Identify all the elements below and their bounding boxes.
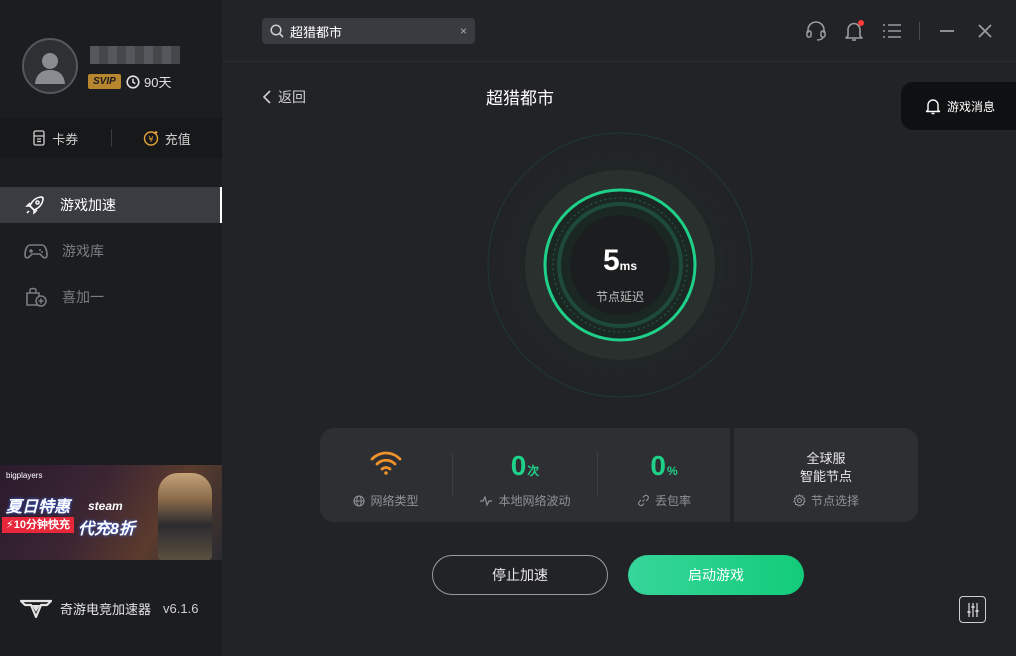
bell-icon <box>925 99 941 115</box>
sidebar: SVIP 90天 卡券 ¥ 充值 游戏加速 游戏库 喜加一 bigplayers… <box>0 0 222 656</box>
game-messages-label: 游戏消息 <box>947 99 996 114</box>
coupon-label: 卡券 <box>52 131 79 147</box>
network-type-label: 网络类型 <box>370 494 419 508</box>
banner-brand: bigplayers <box>6 471 43 480</box>
sidebar-item-free-games[interactable]: 喜加一 <box>0 279 222 315</box>
support-button[interactable] <box>805 20 827 42</box>
user-icon <box>35 53 65 84</box>
globe-icon <box>353 494 366 507</box>
wallet-bar: 卡券 ¥ 充值 <box>0 118 222 158</box>
game-messages-button[interactable]: 游戏消息 <box>901 82 1016 130</box>
bag-plus-icon <box>26 287 47 307</box>
launch-game-button[interactable]: 启动游戏 <box>628 555 804 595</box>
close-button[interactable] <box>974 20 996 42</box>
loss-readout: 0% <box>598 450 730 482</box>
chevron-left-icon <box>262 90 271 104</box>
tools-settings-button[interactable] <box>959 596 986 623</box>
node-select-panel[interactable]: 全球服 智能节点 节点选择 <box>734 428 918 522</box>
banner-tag: ⚡10分钟快充 <box>2 517 74 533</box>
fluctuation-label-row: 本地网络波动 <box>453 492 597 509</box>
gear-icon <box>793 494 806 507</box>
stat-network-type: 网络类型 <box>320 428 452 522</box>
fluctuation-label: 本地网络波动 <box>498 494 571 508</box>
vip-badge: SVIP <box>88 74 121 89</box>
window-controls <box>805 20 996 42</box>
clear-search-button[interactable]: × <box>460 24 467 38</box>
username-masked <box>90 46 180 64</box>
banner-offer: 代充8折 <box>78 521 135 538</box>
fluctuation-value: 0 <box>510 450 527 481</box>
headset-icon <box>806 21 826 41</box>
sidebar-item-label: 游戏库 <box>62 243 104 259</box>
banner-character-image <box>158 473 212 560</box>
server-node-mode: 智能节点 <box>799 469 852 484</box>
latency-label: 节点延迟 <box>595 290 644 304</box>
loss-label: 丢包率 <box>654 494 691 508</box>
sidebar-item-label: 喜加一 <box>62 289 104 305</box>
recharge-button[interactable]: ¥ 充值 <box>112 129 223 148</box>
close-icon <box>978 24 992 38</box>
membership-days: 90天 <box>126 72 171 91</box>
menu-button[interactable] <box>881 20 903 42</box>
loss-value: 0 <box>650 450 666 481</box>
page-title: 超猎都市 <box>486 89 554 108</box>
node-select-label: 节点选择 <box>810 494 859 508</box>
stat-packet-loss: 0% 丢包率 <box>598 428 730 522</box>
search-icon <box>270 24 284 38</box>
toolbar-divider <box>919 22 920 40</box>
pulse-icon <box>480 494 493 507</box>
loss-unit: % <box>666 464 678 478</box>
server-info: 全球服 智能节点 <box>734 450 918 486</box>
clock-icon <box>126 74 140 89</box>
top-bar: × <box>222 0 1016 62</box>
stat-network-fluctuation: 0次 本地网络波动 <box>453 428 597 522</box>
logo-icon <box>20 599 52 619</box>
fluctuation-unit: 次 <box>527 464 540 478</box>
loss-label-row: 丢包率 <box>598 492 730 509</box>
latency-value: 5 <box>602 244 620 277</box>
notification-button[interactable] <box>843 20 865 42</box>
app-version: v6.1.6 <box>163 600 199 616</box>
coin-icon: ¥ <box>143 131 158 146</box>
network-stats-panel: 网络类型 0次 本地网络波动 0% 丢包率 <box>320 428 730 522</box>
app-brand: 奇游电竞加速器 v6.1.6 <box>20 596 198 620</box>
sidebar-item-game-boost[interactable]: 游戏加速 <box>0 187 222 223</box>
minimize-icon <box>940 30 954 32</box>
banner-headline: 夏日特惠 <box>6 499 71 516</box>
recharge-label: 充值 <box>164 131 191 147</box>
stat-server-node: 全球服 智能节点 节点选择 <box>734 428 918 522</box>
fluctuation-readout: 0次 <box>453 450 597 482</box>
list-menu-icon <box>883 24 901 38</box>
sidebar-nav: 游戏加速 游戏库 喜加一 <box>0 187 222 325</box>
back-label: 返回 <box>278 89 306 105</box>
node-select-label-row: 节点选择 <box>734 492 918 509</box>
profile-panel: SVIP 90天 <box>0 0 222 118</box>
search-input[interactable] <box>290 23 454 39</box>
network-type-label-row: 网络类型 <box>320 492 452 509</box>
server-region: 全球服 <box>806 451 846 466</box>
link-icon <box>638 494 649 507</box>
sliders-icon <box>967 602 978 617</box>
minimize-button[interactable] <box>936 20 958 42</box>
app-name: 奇游电竞加速器 <box>60 601 152 617</box>
svg-text:¥: ¥ <box>148 135 153 144</box>
banner-steam: steam <box>88 499 123 513</box>
sidebar-item-label: 游戏加速 <box>60 197 116 213</box>
coupon-button[interactable]: 卡券 <box>0 129 111 148</box>
wifi-icon <box>370 451 402 475</box>
days-label: 90天 <box>144 75 172 90</box>
search-box: × <box>262 18 475 44</box>
gamepad-icon <box>24 244 48 259</box>
coupon-icon <box>33 130 45 146</box>
stop-boost-button[interactable]: 停止加速 <box>432 555 608 595</box>
sidebar-item-game-library[interactable]: 游戏库 <box>0 233 222 269</box>
notification-dot <box>858 20 864 26</box>
latency-readout: 5ms <box>587 244 653 278</box>
back-button[interactable]: 返回 <box>262 87 306 107</box>
avatar[interactable] <box>22 38 78 94</box>
latency-unit: ms <box>619 259 638 273</box>
promo-banner[interactable]: bigplayers 夏日特惠 steam ⚡10分钟快充 代充8折 <box>0 465 222 560</box>
rocket-icon <box>25 196 44 215</box>
